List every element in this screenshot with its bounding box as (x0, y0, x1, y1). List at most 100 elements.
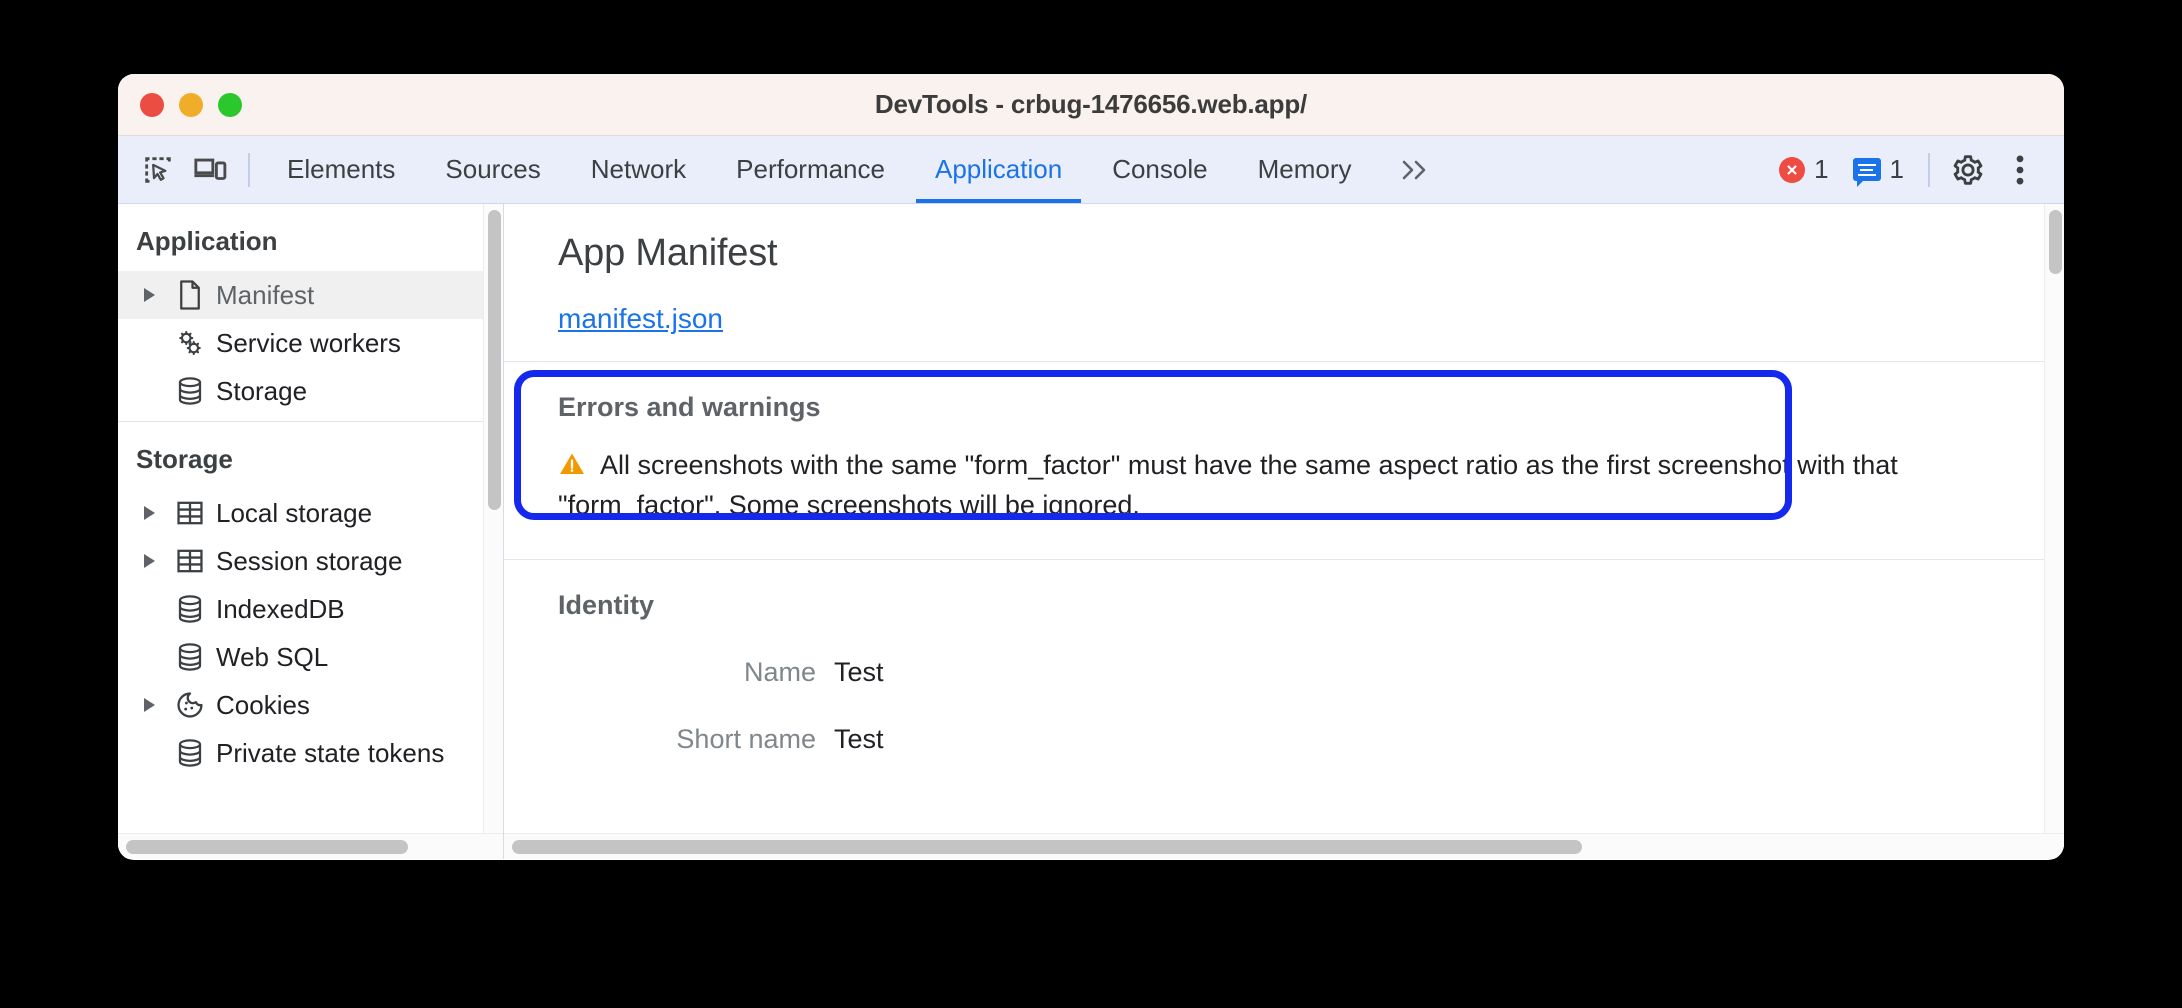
sidebar-horizontal-scrollbar[interactable] (118, 833, 503, 859)
manifest-json-link[interactable]: manifest.json (558, 303, 723, 335)
sidebar-item-label: IndexedDB (216, 593, 345, 624)
table-icon (170, 499, 210, 527)
message-counter[interactable]: 1 (1841, 154, 1916, 187)
database-icon (170, 376, 210, 406)
identity-field-name: Name Test (504, 657, 2064, 688)
zoom-window-button[interactable] (218, 92, 242, 117)
identity-heading: Identity (558, 589, 655, 620)
tab-label: Application (934, 154, 1063, 184)
tab-label: Memory (1257, 154, 1352, 184)
tab-label: Console (1112, 154, 1208, 184)
warning-triangle-icon (558, 450, 586, 487)
error-icon (1779, 156, 1806, 183)
message-count: 1 (1889, 154, 1904, 184)
screenshot-root: DevTools - crbug-1476656.web.app/ Elemen… (0, 0, 2182, 1008)
sidebar-item-label: Cookies (216, 689, 310, 720)
tab-sources[interactable]: Sources (420, 136, 565, 203)
application-sidebar: Application Manifest Service workers Sto… (118, 204, 504, 859)
panel-tabs: Elements Sources Network Performance App… (262, 136, 1453, 203)
sidebar-item-web-sql[interactable]: Web SQL (118, 633, 503, 681)
error-message-text: All screenshots with the same "form_fact… (558, 450, 1898, 521)
sidebar-group-application: Application (136, 226, 278, 256)
sidebar-item-private-state-tokens[interactable]: Private state tokens (118, 729, 503, 777)
field-value: Test (834, 656, 884, 687)
sidebar-item-manifest[interactable]: Manifest (118, 271, 503, 319)
toolbar-divider-right (1928, 152, 1930, 187)
manifest-scroll-area: App Manifest manifest.json Errors and wa… (504, 204, 2064, 833)
devtools-body: Application Manifest Service workers Sto… (118, 204, 2064, 859)
cookie-icon (170, 691, 210, 719)
error-count: 1 (1814, 154, 1829, 184)
database-icon (170, 738, 210, 768)
error-counter[interactable]: 1 (1767, 154, 1840, 185)
message-icon (1852, 158, 1881, 187)
field-label: Short name (676, 723, 816, 754)
tab-label: Elements (287, 154, 396, 184)
scrollbar-thumb[interactable] (512, 840, 1582, 854)
identity-field-short-name: Short name Test (504, 724, 2064, 755)
field-value: Test (834, 723, 884, 754)
error-message-row: All screenshots with the same "form_fact… (504, 447, 2064, 525)
tab-application[interactable]: Application (910, 136, 1087, 203)
device-toolbar-icon[interactable] (184, 144, 236, 196)
page-title: App Manifest (558, 232, 778, 274)
field-label: Name (743, 656, 816, 687)
document-icon (170, 280, 210, 310)
table-icon (170, 547, 210, 575)
sidebar-item-label: Local storage (216, 497, 373, 528)
tab-label: Network (590, 154, 687, 184)
three-dot-menu-icon[interactable] (1994, 144, 2046, 196)
tab-performance[interactable]: Performance (711, 136, 910, 203)
identity-section: Identity Name Test Short name Test (504, 560, 2064, 775)
sidebar-item-cookies[interactable]: Cookies (118, 681, 503, 729)
tab-elements[interactable]: Elements (262, 136, 420, 203)
sidebar-item-local-storage[interactable]: Local storage (118, 489, 503, 537)
gears-icon (170, 328, 210, 358)
chevron-right-icon[interactable] (144, 288, 170, 302)
toolbar-right-cluster: 1 1 (1767, 144, 2046, 196)
window-titlebar: DevTools - crbug-1476656.web.app/ (118, 74, 2064, 136)
minimize-window-button[interactable] (179, 92, 203, 117)
window-title: DevTools - crbug-1476656.web.app/ (874, 89, 1308, 119)
tab-memory[interactable]: Memory (1233, 136, 1377, 203)
scrollbar-thumb[interactable] (126, 840, 408, 854)
close-window-button[interactable] (140, 92, 164, 117)
main-horizontal-scrollbar[interactable] (504, 833, 2064, 859)
sidebar-item-label: Manifest (216, 279, 315, 310)
sidebar-item-storage[interactable]: Storage (118, 367, 503, 415)
traffic-lights (140, 92, 242, 117)
scrollbar-thumb[interactable] (2049, 210, 2062, 274)
chevron-right-icon[interactable] (144, 698, 170, 712)
sidebar-item-label: Web SQL (216, 641, 329, 672)
scrollbar-thumb[interactable] (488, 210, 501, 510)
sidebar-item-service-workers[interactable]: Service workers (118, 319, 503, 367)
toolbar-divider (248, 152, 250, 187)
main-vertical-scrollbar[interactable] (2044, 204, 2064, 833)
manifest-header-section: App Manifest manifest.json (504, 204, 2064, 362)
gear-icon[interactable] (1942, 144, 1994, 196)
sidebar-scroll-area: Application Manifest Service workers Sto… (118, 204, 503, 833)
sidebar-item-label: Private state tokens (216, 737, 445, 768)
sidebar-item-indexeddb[interactable]: IndexedDB (118, 585, 503, 633)
more-tabs-icon[interactable] (1377, 157, 1453, 183)
sidebar-vertical-scrollbar[interactable] (483, 204, 503, 833)
manifest-panel: App Manifest manifest.json Errors and wa… (504, 204, 2064, 859)
devtools-window: DevTools - crbug-1476656.web.app/ Elemen… (118, 74, 2064, 860)
tab-network[interactable]: Network (566, 136, 711, 203)
sidebar-item-label: Session storage (216, 545, 403, 576)
inspect-element-icon[interactable] (132, 144, 184, 196)
devtools-toolbar: Elements Sources Network Performance App… (118, 136, 2064, 204)
chevron-right-icon[interactable] (144, 554, 170, 568)
sidebar-group-storage: Storage (136, 444, 233, 474)
tab-console[interactable]: Console (1087, 136, 1232, 203)
tab-label: Performance (736, 154, 885, 184)
sidebar-item-label: Service workers (216, 327, 401, 358)
database-icon (170, 594, 210, 624)
chevron-right-icon[interactable] (144, 506, 170, 520)
sidebar-item-session-storage[interactable]: Session storage (118, 537, 503, 585)
errors-and-warnings-section: Errors and warnings All screenshots with… (504, 362, 2064, 560)
tab-label: Sources (445, 154, 541, 184)
errors-heading: Errors and warnings (558, 392, 821, 422)
sidebar-item-label: Storage (216, 375, 308, 406)
database-icon (170, 642, 210, 672)
